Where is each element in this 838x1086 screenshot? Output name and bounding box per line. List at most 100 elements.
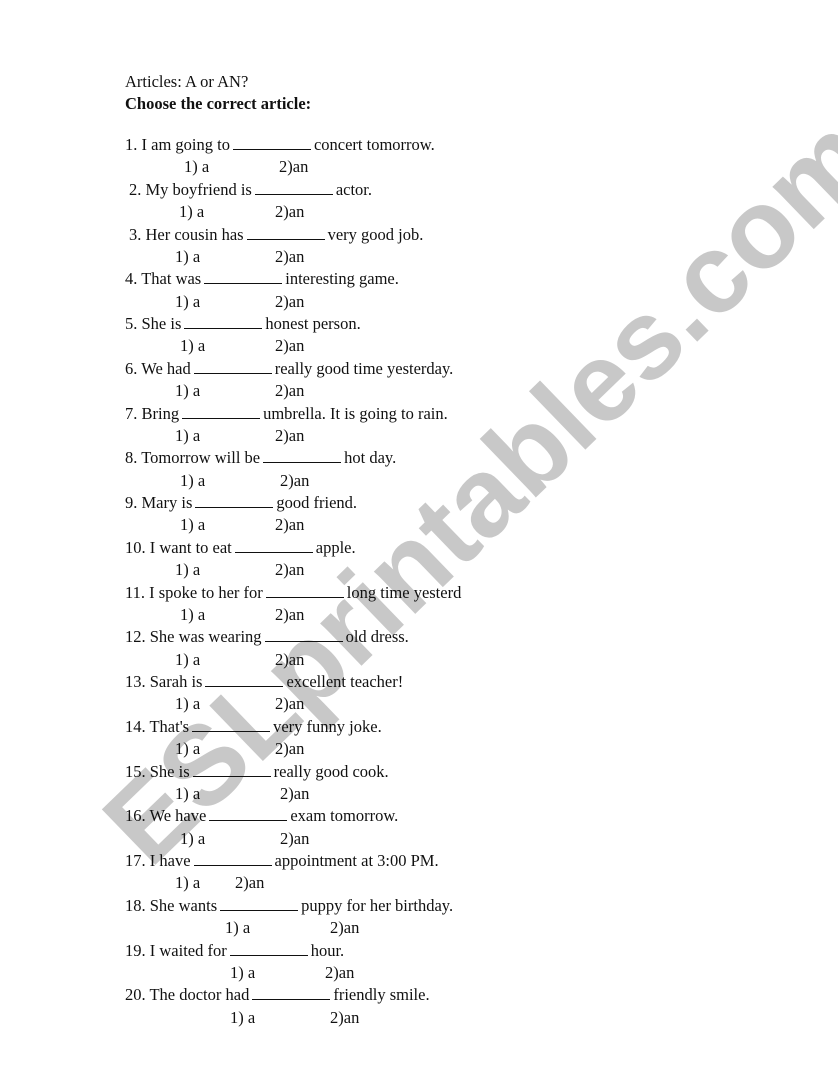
question-text-before: Bring — [141, 403, 180, 423]
option-a[interactable]: 1) a — [230, 1008, 255, 1028]
question-item: 14. That's very funny joke. — [125, 717, 382, 737]
question-text-before: I have — [149, 851, 191, 870]
question-text-after: actor. — [335, 179, 373, 199]
question-text-after: really good cook. — [273, 761, 389, 781]
answer-blank[interactable] — [220, 896, 299, 911]
option-an[interactable]: 2)an — [275, 202, 304, 222]
option-an[interactable]: 2)an — [330, 1008, 359, 1028]
question-number: 4. — [125, 269, 138, 289]
question-number: 10. — [125, 537, 146, 557]
option-a[interactable]: 1) a — [175, 247, 200, 267]
option-a[interactable]: 1) a — [225, 918, 250, 938]
option-a[interactable]: 1) a — [175, 650, 200, 670]
question-text-before: Tomorrow will be — [141, 448, 261, 468]
option-an[interactable]: 2)an — [280, 784, 309, 804]
option-an[interactable]: 2)an — [330, 918, 359, 938]
option-a[interactable]: 1) a — [180, 471, 205, 491]
option-a[interactable]: 1) a — [180, 829, 205, 849]
answer-blank[interactable] — [254, 180, 333, 195]
answer-blank[interactable] — [184, 314, 263, 329]
question-item: 18. She wants puppy for her birthday. — [125, 896, 453, 916]
question-text-after: really good time yesterday. — [274, 358, 454, 378]
answer-blank[interactable] — [182, 404, 261, 419]
answer-blank[interactable] — [264, 627, 343, 643]
answer-blank[interactable] — [265, 583, 344, 598]
option-an[interactable]: 2)an — [275, 739, 304, 759]
answer-blank[interactable] — [193, 851, 272, 866]
answer-blank[interactable] — [205, 672, 284, 687]
answer-blank[interactable] — [234, 538, 313, 553]
answer-blank[interactable] — [209, 806, 288, 822]
question-text-before: My boyfriend is — [145, 179, 252, 199]
option-an[interactable]: 2)an — [275, 381, 304, 401]
option-an[interactable]: 2)an — [275, 650, 304, 670]
question-number: 19. — [125, 940, 146, 960]
answer-blank[interactable] — [263, 448, 342, 464]
worksheet-title: Articles: A or AN? — [125, 72, 249, 91]
option-a[interactable]: 1) a — [175, 426, 200, 446]
option-a[interactable]: 1) a — [175, 694, 200, 714]
answer-blank[interactable] — [246, 225, 325, 240]
question-text-before: I waited for — [149, 940, 227, 960]
question-text-before: Mary is — [141, 493, 193, 512]
option-an[interactable]: 2)an — [279, 157, 308, 177]
question-number: 1. — [125, 135, 138, 154]
question-item: 15. She is really good cook. — [125, 762, 389, 782]
option-a[interactable]: 1) a — [175, 560, 200, 580]
option-an[interactable]: 2)an — [275, 605, 304, 625]
option-an[interactable]: 2)an — [275, 247, 304, 267]
question-item: 5. She is honest person. — [125, 314, 361, 334]
question-number: 5. — [125, 314, 138, 333]
option-an[interactable]: 2)an — [280, 471, 309, 491]
question-text-after: hour. — [310, 940, 345, 960]
question-item: 11. I spoke to her for long time yesterd — [125, 583, 461, 603]
answer-blank[interactable] — [252, 985, 331, 1001]
question-item: 20. The doctor had friendly smile. — [125, 985, 430, 1005]
question-item: 6. We had really good time yesterday. — [125, 359, 453, 379]
answer-blank[interactable] — [204, 269, 283, 285]
option-a[interactable]: 1) a — [175, 784, 200, 804]
question-number: 11. — [125, 582, 146, 602]
answer-blank[interactable] — [193, 359, 272, 374]
option-an[interactable]: 2)an — [280, 829, 309, 849]
option-a[interactable]: 1) a — [180, 515, 205, 535]
option-a[interactable]: 1) a — [180, 336, 205, 356]
option-an[interactable]: 2)an — [235, 873, 264, 893]
question-item: 1. I am going to concert tomorrow. — [125, 135, 435, 155]
answer-blank[interactable] — [192, 762, 271, 777]
question-text-before: She wants — [149, 895, 218, 915]
question-item: 9. Mary is good friend. — [125, 493, 357, 513]
option-a[interactable]: 1) a — [184, 157, 209, 177]
answer-blank[interactable] — [232, 135, 311, 150]
worksheet-instructions: Choose the correct article: — [125, 94, 312, 113]
option-a[interactable]: 1) a — [230, 963, 255, 983]
option-an[interactable]: 2)an — [275, 426, 304, 446]
option-an[interactable]: 2)an — [275, 694, 304, 714]
option-a[interactable]: 1) a — [175, 739, 200, 759]
question-text-before: She is — [141, 314, 182, 333]
option-an[interactable]: 2)an — [275, 515, 304, 535]
question-item: 3. Her cousin has very good job. — [129, 225, 423, 245]
option-an[interactable]: 2)an — [275, 292, 304, 312]
question-text-after: appointment at 3:00 PM. — [274, 851, 439, 870]
option-an[interactable]: 2)an — [325, 963, 354, 983]
question-text-after: friendly smile. — [333, 985, 430, 1005]
option-a[interactable]: 1) a — [175, 292, 200, 312]
option-an[interactable]: 2)an — [275, 560, 304, 580]
question-text-before: She was wearing — [149, 627, 262, 647]
option-a[interactable]: 1) a — [180, 605, 205, 625]
option-a[interactable]: 1) a — [175, 381, 200, 401]
option-an[interactable]: 2)an — [275, 336, 304, 356]
answer-blank[interactable] — [192, 717, 271, 732]
answer-blank[interactable] — [229, 941, 308, 956]
question-number: 20. — [125, 985, 146, 1005]
option-a[interactable]: 1) a — [179, 202, 204, 222]
question-number: 12. — [125, 627, 146, 647]
question-text-after: puppy for her birthday. — [301, 895, 454, 915]
answer-blank[interactable] — [195, 493, 274, 508]
question-item: 7. Bring umbrella. It is going to rain. — [125, 404, 448, 424]
question-item: 12. She was wearing old dress. — [125, 627, 409, 647]
question-number: 9. — [125, 493, 138, 512]
option-a[interactable]: 1) a — [175, 873, 200, 893]
question-number: 18. — [125, 895, 146, 915]
